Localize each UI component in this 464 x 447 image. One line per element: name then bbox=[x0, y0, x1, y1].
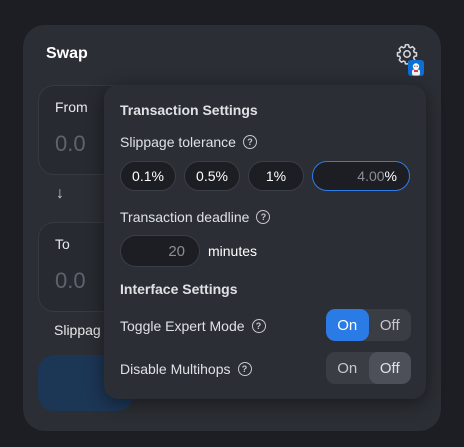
expert-mode-label: Toggle Expert Mode bbox=[120, 318, 245, 334]
multihops-row: Disable Multihops ? bbox=[120, 361, 252, 377]
expert-mode-row: Toggle Expert Mode ? bbox=[120, 318, 266, 334]
multihops-on[interactable]: On bbox=[326, 352, 369, 384]
multihops-off[interactable]: Off bbox=[368, 352, 411, 384]
help-icon[interactable]: ? bbox=[256, 210, 271, 224]
interface-settings-title: Interface Settings bbox=[120, 281, 238, 297]
slippage-option-1[interactable]: 1% bbox=[248, 161, 304, 191]
expert-mode-toggle[interactable]: On Off bbox=[326, 309, 411, 341]
slippage-custom-unit: % bbox=[384, 168, 397, 184]
slippage-summary-label: Slippag bbox=[54, 322, 101, 338]
slippage-custom-value: 4.00 bbox=[357, 168, 385, 184]
from-amount-input[interactable]: 0.0 bbox=[55, 131, 86, 157]
slippage-option-0-5[interactable]: 0.5% bbox=[184, 161, 240, 191]
transaction-deadline-row: Transaction deadline ? bbox=[120, 209, 271, 225]
expert-mode-on[interactable]: On bbox=[326, 309, 369, 341]
slippage-tolerance-label: Slippage tolerance bbox=[120, 134, 236, 150]
transaction-settings-title: Transaction Settings bbox=[120, 102, 258, 118]
help-icon[interactable]: ? bbox=[237, 362, 252, 376]
deadline-input[interactable]: 20 bbox=[120, 235, 200, 267]
slippage-custom-input[interactable]: 4.00 % bbox=[312, 161, 410, 191]
arrow-down-icon[interactable]: ↓ bbox=[56, 185, 64, 203]
swap-title: Swap bbox=[46, 45, 88, 62]
to-amount-input[interactable]: 0.0 bbox=[55, 268, 86, 294]
to-label: To bbox=[55, 236, 70, 252]
expert-mode-off[interactable]: Off bbox=[369, 309, 412, 341]
transaction-deadline-label: Transaction deadline bbox=[120, 209, 250, 225]
slippage-tolerance-row: Slippage tolerance ? bbox=[120, 134, 257, 150]
deadline-unit: minutes bbox=[208, 243, 258, 259]
help-icon[interactable]: ? bbox=[251, 319, 266, 333]
multihops-toggle[interactable]: On Off bbox=[326, 352, 411, 384]
avatar-icon bbox=[408, 60, 424, 76]
multihops-label: Disable Multihops bbox=[120, 361, 231, 377]
help-icon[interactable]: ? bbox=[242, 135, 257, 149]
slippage-option-0-1[interactable]: 0.1% bbox=[120, 161, 176, 191]
settings-popover: Transaction Settings Slippage tolerance … bbox=[104, 85, 426, 399]
from-label: From bbox=[55, 99, 88, 115]
